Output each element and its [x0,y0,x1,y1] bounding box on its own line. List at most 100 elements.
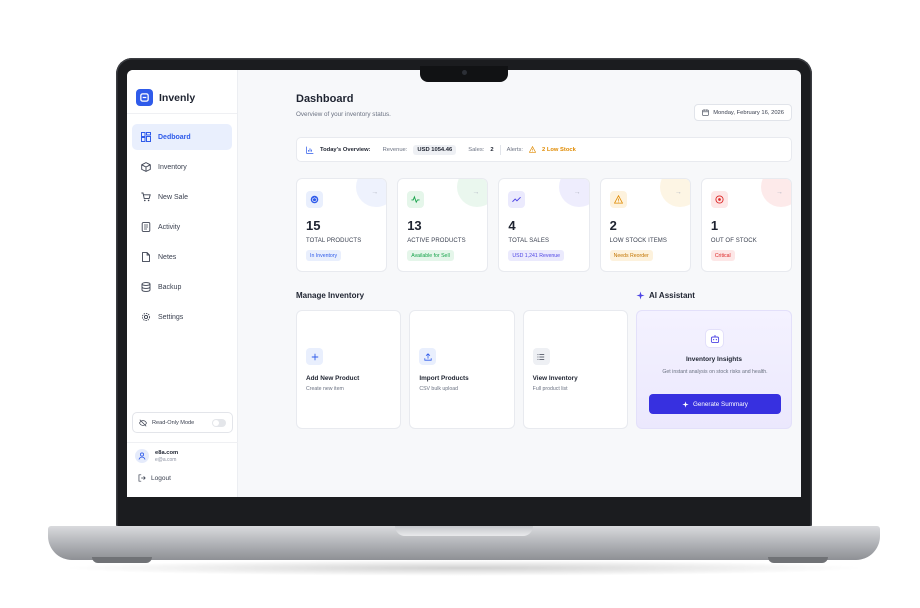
arrow-right-icon: → [371,189,379,196]
database-icon [141,282,151,292]
sidebar-item-dashboard[interactable]: Dedboard [132,124,232,150]
card-desc: Create new item [306,386,344,392]
sidebar-item-settings[interactable]: Settings [132,304,232,330]
sidebar-item-activity[interactable]: Activity [132,214,232,240]
robot-icon [705,329,724,348]
package-icon [310,195,319,204]
stat-card-total-products[interactable]: → 15 TOTAL PRODUCTS In Inventory [296,178,388,272]
laptop-foot [92,557,152,563]
trend-icon [512,196,522,203]
toggle-switch[interactable] [212,418,226,427]
sales-value: 2 [490,146,494,153]
date-display[interactable]: Monday, February 16, 2026 [694,104,792,121]
page-subtitle: Overview of your inventory status. [296,111,391,118]
chart-icon [306,146,314,154]
stat-label: TOTAL PRODUCTS [306,238,362,244]
stat-icon-box [710,191,728,208]
add-new-product-card[interactable]: Add New Product Create new item [296,310,402,429]
generate-summary-label: Generate Summary [693,400,748,408]
main-content: Dashboard Overview of your inventory sta… [238,70,801,497]
box-icon [141,162,151,172]
calendar-icon [702,109,709,116]
sidebar-item-label: Dedboard [158,133,191,141]
read-only-toggle[interactable]: Read-Only Mode [132,412,233,433]
brand[interactable]: Invenly [127,70,237,114]
sparkle-icon [636,291,645,300]
stat-value: 2 [609,218,617,233]
date-text: Monday, February 16, 2026 [713,109,784,116]
sidebar-item-inventory[interactable]: Inventory [132,154,232,180]
overview-title: Today's Overview: [320,146,371,153]
alerts-value[interactable]: 2 Low Stock [542,147,576,153]
logout-icon [138,474,146,482]
card-desc: CSV bulk upload [419,386,458,392]
logout-label: Logout [151,474,171,482]
stats-row: → 15 TOTAL PRODUCTS In Inventory → 13 AC… [296,178,793,272]
notes-icon [142,252,150,262]
card-title: Import Products [419,375,469,382]
stat-value: 4 [508,218,516,233]
activity-icon [141,222,151,232]
logout-button[interactable]: Logout [138,474,171,482]
stat-label: OUT OF STOCK [710,238,757,244]
stat-card-active-products[interactable]: → 13 ACTIVE PRODUCTS Available for Sell [397,178,489,272]
laptop-hinge [395,526,533,536]
eye-off-icon [139,419,147,426]
laptop-mockup: Invenly Dedboard Inventory New Sale Acti… [0,0,920,608]
cart-icon [141,192,151,202]
stat-chip: In Inventory [306,250,342,261]
sidebar-item-label: Settings [158,313,184,321]
arrow-right-icon: → [776,189,784,196]
sidebar: Invenly Dedboard Inventory New Sale Acti… [127,70,238,497]
alerts-label: Alerts: [506,146,524,153]
plus-icon [306,348,323,365]
sidebar-item-notes[interactable]: Netes [132,244,232,270]
dashboard-icon [141,132,151,142]
stat-card-low-stock[interactable]: → 2 LOW STOCK ITEMS Needs Reorder [599,178,691,272]
stat-label: TOTAL SALES [508,238,550,244]
stat-card-out-of-stock[interactable]: → 1 OUT OF STOCK Critical [700,178,793,272]
generate-summary-button[interactable]: Generate Summary [649,394,781,414]
list-icon [532,348,550,365]
pulse-icon [411,195,420,204]
ai-section-title: AI Assistant [649,291,695,300]
laptop-foot [768,557,828,563]
brand-name: Invenly [159,91,196,104]
ai-assistant-card: Inventory Insights Get instant analysis … [636,310,792,429]
stat-chip: USD 1,241 Revenue [508,250,564,261]
stat-chip: Critical [710,250,735,261]
stat-icon-box [609,191,627,208]
manage-inventory-cards: Add New Product Create new item Import P… [296,310,628,429]
todays-overview-bar: Today's Overview: Revenue: USD 1054.46 S… [296,137,792,162]
camera-icon [462,70,467,75]
sidebar-item-new-sale[interactable]: New Sale [132,184,232,210]
section-title-ai: AI Assistant [636,291,695,300]
warning-icon [529,146,537,153]
import-products-card[interactable]: Import Products CSV bulk upload [409,310,515,429]
view-inventory-card[interactable]: View Inventory Full product list [522,310,628,429]
sidebar-item-label: Inventory [158,163,187,171]
arrow-right-icon: → [573,189,581,196]
user-email: e@a.com [155,456,177,463]
sidebar-item-label: Backup [158,283,182,291]
sparkle-icon [682,400,689,408]
stat-card-total-sales[interactable]: → 4 TOTAL SALES USD 1,241 Revenue [498,178,590,272]
warning-icon [613,195,623,204]
upload-icon [419,348,437,365]
alert-circle-icon [715,195,724,204]
divider [499,144,501,155]
stat-icon-box [508,191,526,208]
sidebar-item-label: Activity [158,223,181,231]
card-title: View Inventory [532,375,578,382]
arrow-right-icon: → [472,189,480,196]
stat-label: LOW STOCK ITEMS [609,238,668,244]
avatar [135,449,149,463]
sidebar-nav: Dedboard Inventory New Sale Activity Net… [127,114,237,336]
card-title: Add New Product [306,375,360,382]
app-screen: Invenly Dedboard Inventory New Sale Acti… [127,70,801,497]
user-profile[interactable]: e8a.com e@a.com [127,442,238,469]
sidebar-item-backup[interactable]: Backup [132,274,232,300]
sidebar-item-label: Netes [158,253,177,261]
sales-label: Sales: [468,146,485,153]
stat-value: 1 [710,218,719,233]
